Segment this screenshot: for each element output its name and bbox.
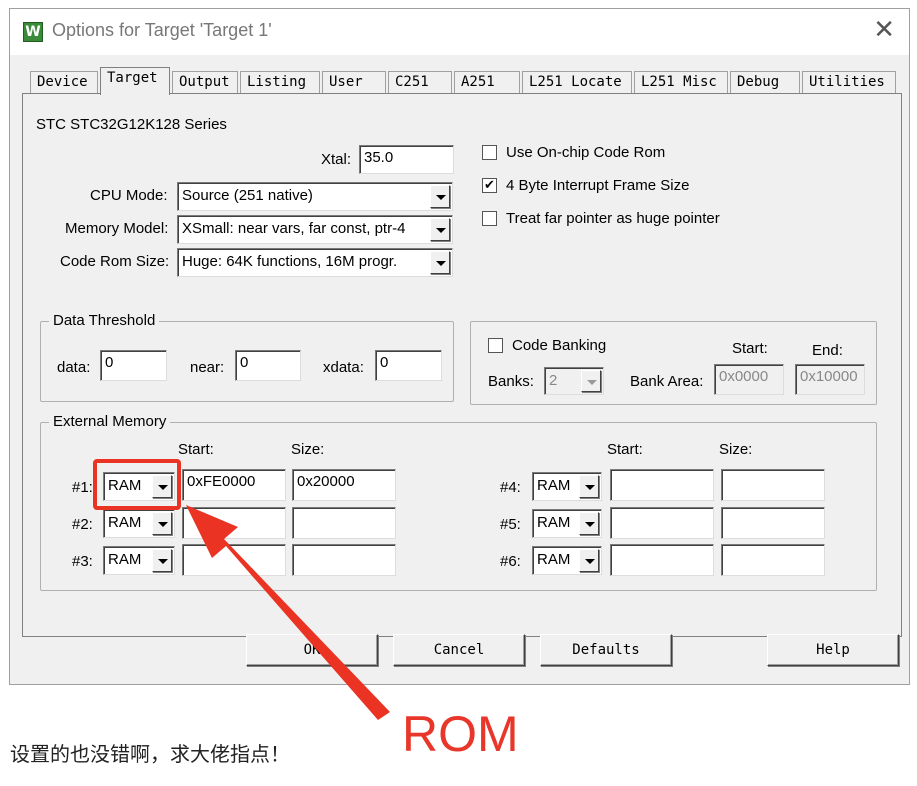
rom-annotation: ROM [402, 706, 519, 762]
tab-target[interactable]: Target [100, 67, 170, 95]
red-arrow-icon [186, 505, 390, 720]
question-caption: 设置的也没错啊，求大佬指点！ [10, 742, 290, 766]
